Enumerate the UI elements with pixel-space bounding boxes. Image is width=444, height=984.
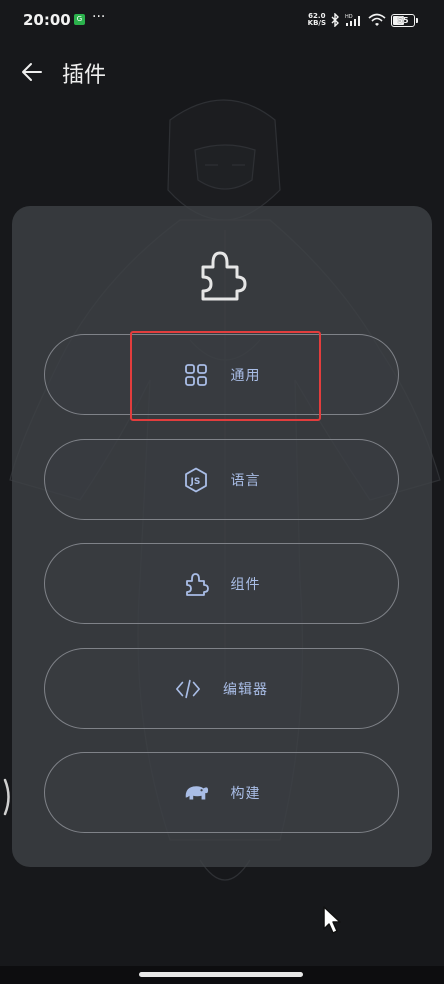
bluetooth-icon — [331, 13, 339, 27]
gradle-elephant-icon — [183, 780, 209, 806]
battery-icon: 55 — [391, 13, 415, 27]
status-indicators: 62.0 KB/S HD 55 — [308, 12, 418, 28]
page-title: 插件 — [62, 63, 107, 88]
more-notifications-icon: ··· — [92, 9, 106, 25]
grid-icon — [183, 362, 209, 388]
edge-swipe-handle[interactable] — [2, 778, 12, 816]
puzzle-hero-icon — [201, 251, 247, 301]
mouse-cursor-icon — [323, 906, 341, 934]
menu-label-components: 组件 — [230, 576, 261, 593]
puzzle-icon — [183, 571, 209, 597]
network-speed-unit: KB/S — [307, 19, 326, 27]
arrow-left-icon — [22, 63, 42, 81]
signal-hd-label: HD — [345, 14, 353, 20]
status-bar: 20:00 G ··· 62.0 KB/S HD 55 — [0, 0, 444, 40]
menu-button-general[interactable]: 通用 — [44, 334, 399, 415]
signal-icon: HD — [345, 14, 360, 26]
home-indicator[interactable] — [139, 972, 303, 977]
menu-label-build: 构建 — [230, 785, 261, 802]
code-icon — [175, 676, 201, 702]
svg-text:JS: JS — [189, 477, 200, 487]
menu-label-language: 语言 — [230, 472, 261, 489]
battery-level: 55 — [397, 15, 409, 25]
menu-button-editor[interactable]: 编辑器 — [44, 648, 399, 729]
menu-button-build[interactable]: 构建 — [44, 752, 399, 833]
network-speed: 62.0 KB/S — [308, 13, 326, 27]
nodejs-icon: JS — [183, 467, 209, 493]
menu-label-general: 通用 — [230, 367, 261, 384]
menu-button-language[interactable]: JS 语言 — [44, 439, 399, 520]
menu-label-editor: 编辑器 — [223, 681, 268, 698]
status-time: 20:00 — [23, 11, 71, 29]
back-button[interactable] — [18, 58, 46, 86]
wifi-icon — [368, 13, 386, 26]
screen: 20:00 G ··· 62.0 KB/S HD 55 插件 通用 JS 语言 … — [0, 0, 444, 984]
menu-button-components[interactable]: 组件 — [44, 543, 399, 624]
notification-app-icon: G — [74, 14, 85, 25]
